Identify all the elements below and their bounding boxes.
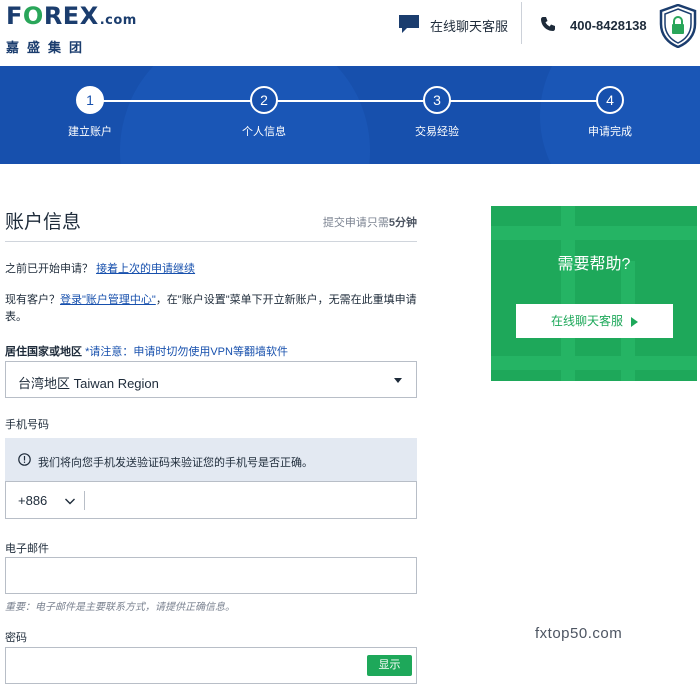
phone-field-separator [84, 491, 85, 510]
chat-bubble-icon [398, 14, 420, 37]
card-decoration [491, 226, 697, 240]
time-note: 提交申请只需5分钟 [323, 214, 417, 230]
resume-prefix: 之前已开始申请？ [5, 263, 93, 275]
info-icon [18, 453, 31, 471]
country-select[interactable]: 台湾地区 Taiwan Region [5, 361, 417, 398]
phone-contact[interactable]: 400-8428138 [540, 14, 647, 36]
step-label: 交易经验 [415, 126, 459, 138]
play-arrow-icon [631, 316, 638, 327]
time-note-value: 5分钟 [388, 217, 417, 229]
phone-label: 手机号码 [5, 419, 49, 431]
step-label: 个人信息 [242, 126, 286, 138]
existing-customer-note: 现有客户？登录"账户管理中心"，在"账户设置"菜单下开立新账户，无需在此重填申请… [5, 292, 420, 326]
email-label: 电子邮件 [5, 543, 49, 555]
watermark: fxtop50.com [535, 625, 623, 642]
site-header: FOREX.com 嘉盛集团 在线聊天客服 400-8428138 [0, 0, 700, 66]
progress-steps: 1 建立账户 2 个人信息 3 交易经验 4 申请完成 [0, 66, 700, 164]
chevron-down-icon[interactable] [64, 494, 76, 512]
forex-logo[interactable]: FOREX.com 嘉盛集团 [6, 4, 137, 56]
phone-icon [540, 16, 556, 35]
title-divider [5, 241, 417, 242]
shield-lock-icon [659, 3, 697, 53]
country-code-select[interactable]: +886 [18, 493, 47, 508]
logo-wordmark: FOREX.com [6, 2, 137, 30]
password-label: 密码 [5, 632, 27, 644]
country-value: 台湾地区 Taiwan Region [18, 376, 159, 391]
help-title: 需要帮助? [557, 256, 631, 273]
resume-link[interactable]: 接着上次的申请继续 [96, 263, 195, 275]
header-divider [521, 2, 522, 44]
existing-prefix: 现有客户？ [5, 294, 60, 306]
step-number: 1 [76, 86, 104, 114]
country-label: 居住国家或地区 [5, 346, 82, 358]
show-password-button[interactable]: 显示 [367, 655, 412, 676]
time-note-prefix: 提交申请只需 [322, 217, 389, 229]
phone-info-box: 我们将向您手机发送验证码来验证您的手机号是否正确。 [5, 438, 417, 481]
step-number: 2 [250, 86, 278, 114]
live-chat-button[interactable]: 在线聊天客服 [516, 304, 673, 338]
logo-suffix: .com [99, 13, 137, 28]
step-4: 4 申请完成 [555, 86, 665, 139]
step-number: 3 [423, 86, 451, 114]
step-number: 4 [596, 86, 624, 114]
email-hint: 重要：电子邮件是主要联系方式，请提供正确信息。 [5, 602, 235, 613]
phone-number-field: +886 [5, 481, 417, 519]
country-label-row: 居住国家或地区 *请注意：申请时切勿使用VPN等翻墙软件 [5, 343, 288, 359]
logo-subtitle: 嘉盛集团 [6, 41, 91, 56]
account-center-link[interactable]: 登录"账户管理中心" [60, 294, 156, 306]
phone-info-text: 我们将向您手机发送验证码来验证您的手机号是否正确。 [38, 457, 313, 469]
card-decoration [491, 356, 697, 370]
live-chat-link[interactable]: 在线聊天客服 [398, 14, 508, 36]
step-1: 1 建立账户 [35, 86, 145, 139]
step-3: 3 交易经验 [382, 86, 492, 139]
step-label: 申请完成 [588, 126, 632, 138]
email-field[interactable] [5, 557, 417, 594]
caret-down-icon [394, 378, 402, 383]
phone-number: 400-8428138 [570, 17, 647, 33]
help-card: 需要帮助? 在线聊天客服 [491, 206, 697, 381]
card-decoration [561, 206, 575, 381]
live-chat-button-label: 在线聊天客服 [550, 314, 623, 328]
resume-application: 之前已开始申请？ 接着上次的申请继续 [5, 260, 195, 276]
page-title: 账户信息 [5, 212, 82, 233]
step-2: 2 个人信息 [209, 86, 319, 139]
vpn-warning: *请注意：申请时切勿使用VPN等翻墙软件 [85, 346, 288, 358]
password-field[interactable]: 显示 [5, 647, 417, 684]
live-chat-label: 在线聊天客服 [430, 18, 509, 34]
steps-connector [90, 100, 610, 102]
step-label: 建立账户 [68, 126, 112, 138]
